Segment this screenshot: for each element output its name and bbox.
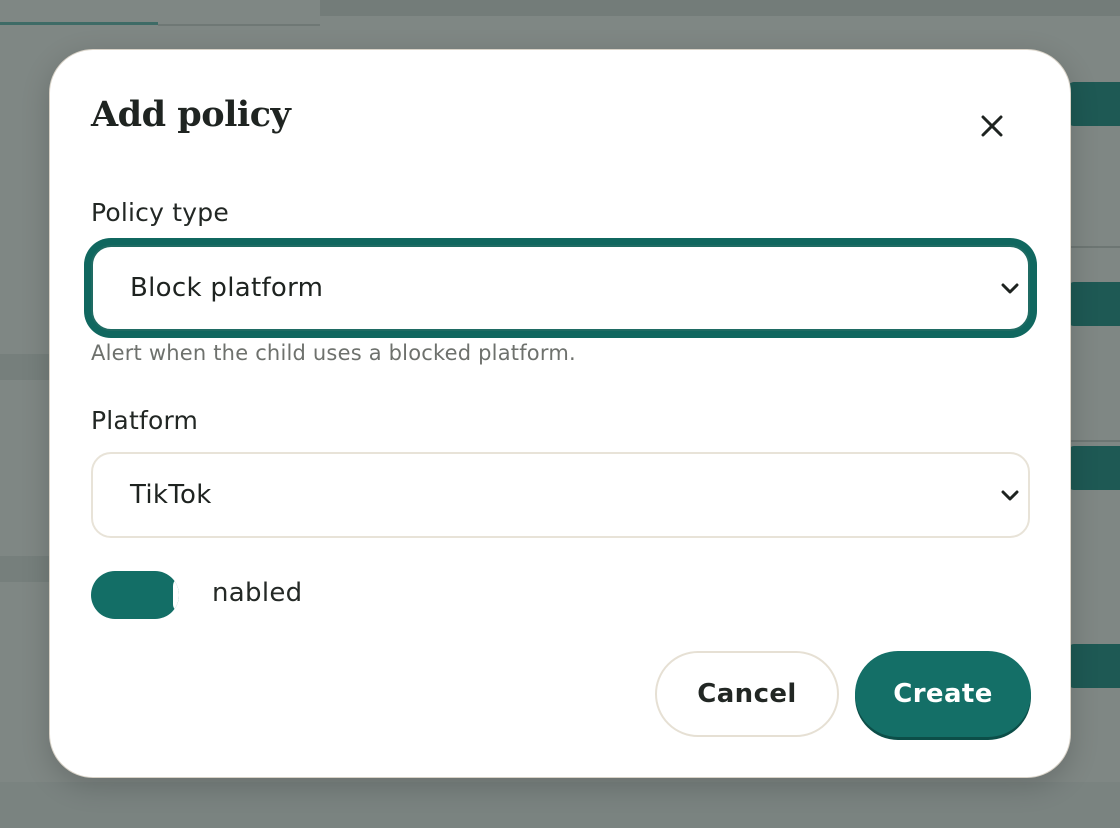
platform-value: TikTok — [130, 480, 212, 510]
enabled-toggle-label: nabled — [212, 578, 303, 608]
toggle-knob — [173, 577, 179, 613]
chevron-down-icon — [1001, 283, 1019, 294]
background-tab-underline — [0, 22, 158, 25]
dialog-title: Add policy — [91, 94, 291, 135]
policy-type-select[interactable]: Block platform — [91, 245, 1030, 331]
background-divider — [1068, 246, 1120, 248]
background-tab-rule — [158, 24, 320, 26]
background-button — [1068, 446, 1120, 490]
add-policy-dialog: Add policy Policy type Block platform Al… — [49, 49, 1071, 778]
chevron-down-icon — [1001, 490, 1019, 501]
enabled-toggle[interactable] — [91, 571, 179, 619]
policy-type-value: Block platform — [130, 273, 324, 303]
platform-label: Platform — [91, 406, 199, 435]
create-button[interactable]: Create — [855, 651, 1031, 737]
background-header — [320, 0, 1120, 16]
cancel-button[interactable]: Cancel — [655, 651, 839, 737]
platform-select[interactable]: TikTok — [91, 452, 1030, 538]
close-button[interactable] — [972, 106, 1012, 146]
close-icon — [981, 115, 1003, 137]
background-button — [1068, 644, 1120, 688]
background-button — [1068, 282, 1120, 326]
policy-type-help-text: Alert when the child uses a blocked plat… — [91, 341, 576, 365]
policy-type-label: Policy type — [91, 198, 229, 227]
background-button — [1068, 82, 1120, 126]
background-divider — [1068, 440, 1120, 442]
background-footer — [0, 782, 1120, 828]
